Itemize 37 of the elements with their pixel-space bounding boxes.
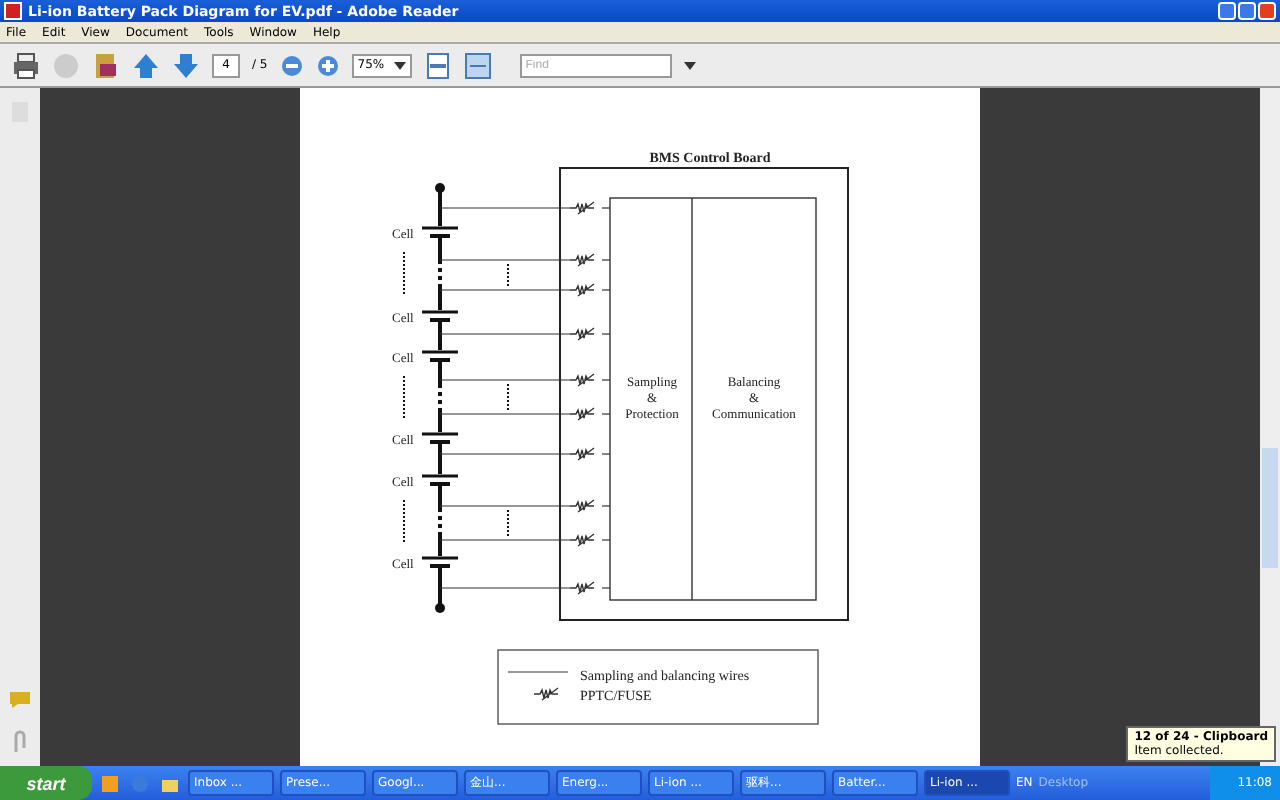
fuse-symbol: [569, 407, 595, 421]
wire: [439, 413, 571, 415]
zoom-in-icon[interactable]: [315, 53, 340, 77]
close-button[interactable]: [1258, 2, 1276, 20]
wire: [439, 289, 571, 291]
wire: [439, 539, 571, 541]
fuse-symbol: [569, 499, 595, 513]
fuse-symbol: [569, 201, 595, 215]
zoom-out-icon[interactable]: [279, 53, 304, 77]
printer-icon[interactable]: [12, 51, 40, 79]
paperclip-icon[interactable]: [10, 730, 30, 754]
restore-button[interactable]: [1238, 2, 1256, 20]
fuse-symbol: [569, 581, 595, 595]
up-arrow-icon[interactable]: [132, 51, 160, 79]
fuse-symbol: [569, 373, 595, 387]
wire: [439, 259, 571, 261]
fit-page-icon[interactable]: [423, 51, 452, 79]
wire-legend-line: [507, 671, 569, 673]
wire: [439, 505, 571, 507]
minimize-button[interactable]: [1218, 2, 1236, 20]
fuse-symbol: [569, 283, 595, 297]
start-button[interactable]: start: [0, 766, 92, 800]
fuse-symbol: [569, 533, 595, 547]
wire: [439, 333, 571, 335]
wire: [439, 207, 571, 209]
pdf-icon: [4, 2, 22, 20]
fuse-symbol: [569, 253, 595, 267]
caret-icon: [393, 61, 406, 69]
fuse-symbol: [533, 687, 559, 701]
fuse-symbol: [569, 327, 595, 341]
wire: [439, 453, 571, 455]
fit-width-icon[interactable]: [463, 51, 492, 79]
down-arrow-icon[interactable]: [172, 51, 200, 79]
fuse-symbol: [569, 447, 595, 461]
wire: [439, 587, 571, 589]
caret-icon[interactable]: [683, 61, 696, 69]
wire: [439, 379, 571, 381]
